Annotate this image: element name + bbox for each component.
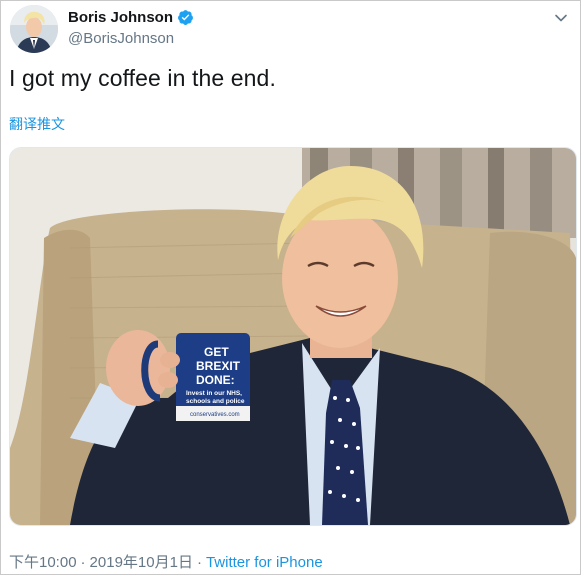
tweet-meta: 下午10:00 · 2019年10月1日 · Twitter for iPhon… bbox=[9, 551, 323, 572]
tweet-date[interactable]: 2019年10月1日 bbox=[90, 551, 193, 572]
tweet-time[interactable]: 下午10:00 bbox=[9, 551, 77, 572]
mug-line-3: DONE: bbox=[196, 373, 235, 387]
translate-tweet-link[interactable]: 翻译推文 bbox=[9, 114, 65, 134]
tweet-photo[interactable]: GET BREXIT DONE: Invest in our NHS, scho… bbox=[9, 147, 577, 526]
avatar-image bbox=[10, 5, 58, 53]
meta-separator: · bbox=[196, 554, 202, 571]
tweet-source-link[interactable]: Twitter for iPhone bbox=[206, 554, 323, 571]
mug-line-1: GET bbox=[204, 345, 229, 359]
mug-line-5: schools and police bbox=[186, 398, 245, 405]
author-name-row[interactable]: Boris Johnson bbox=[68, 9, 194, 26]
author-handle[interactable]: @BorisJohnson bbox=[68, 30, 174, 47]
tweet-card[interactable]: Boris Johnson @BorisJohnson I got my cof… bbox=[0, 0, 581, 575]
tweet-text: I got my coffee in the end. bbox=[9, 65, 276, 91]
meta-separator: · bbox=[80, 554, 86, 571]
mug-line-4: Invest in our NHS, bbox=[186, 390, 242, 397]
mug-url: conservatives.com bbox=[190, 412, 240, 418]
chevron-down-icon[interactable] bbox=[554, 11, 568, 25]
verified-badge-icon bbox=[177, 9, 194, 26]
mug-line-2: BREXIT bbox=[196, 359, 241, 373]
photo-image: GET BREXIT DONE: Invest in our NHS, scho… bbox=[10, 148, 576, 525]
author-display-name[interactable]: Boris Johnson bbox=[68, 9, 173, 26]
author-avatar[interactable] bbox=[10, 5, 58, 53]
